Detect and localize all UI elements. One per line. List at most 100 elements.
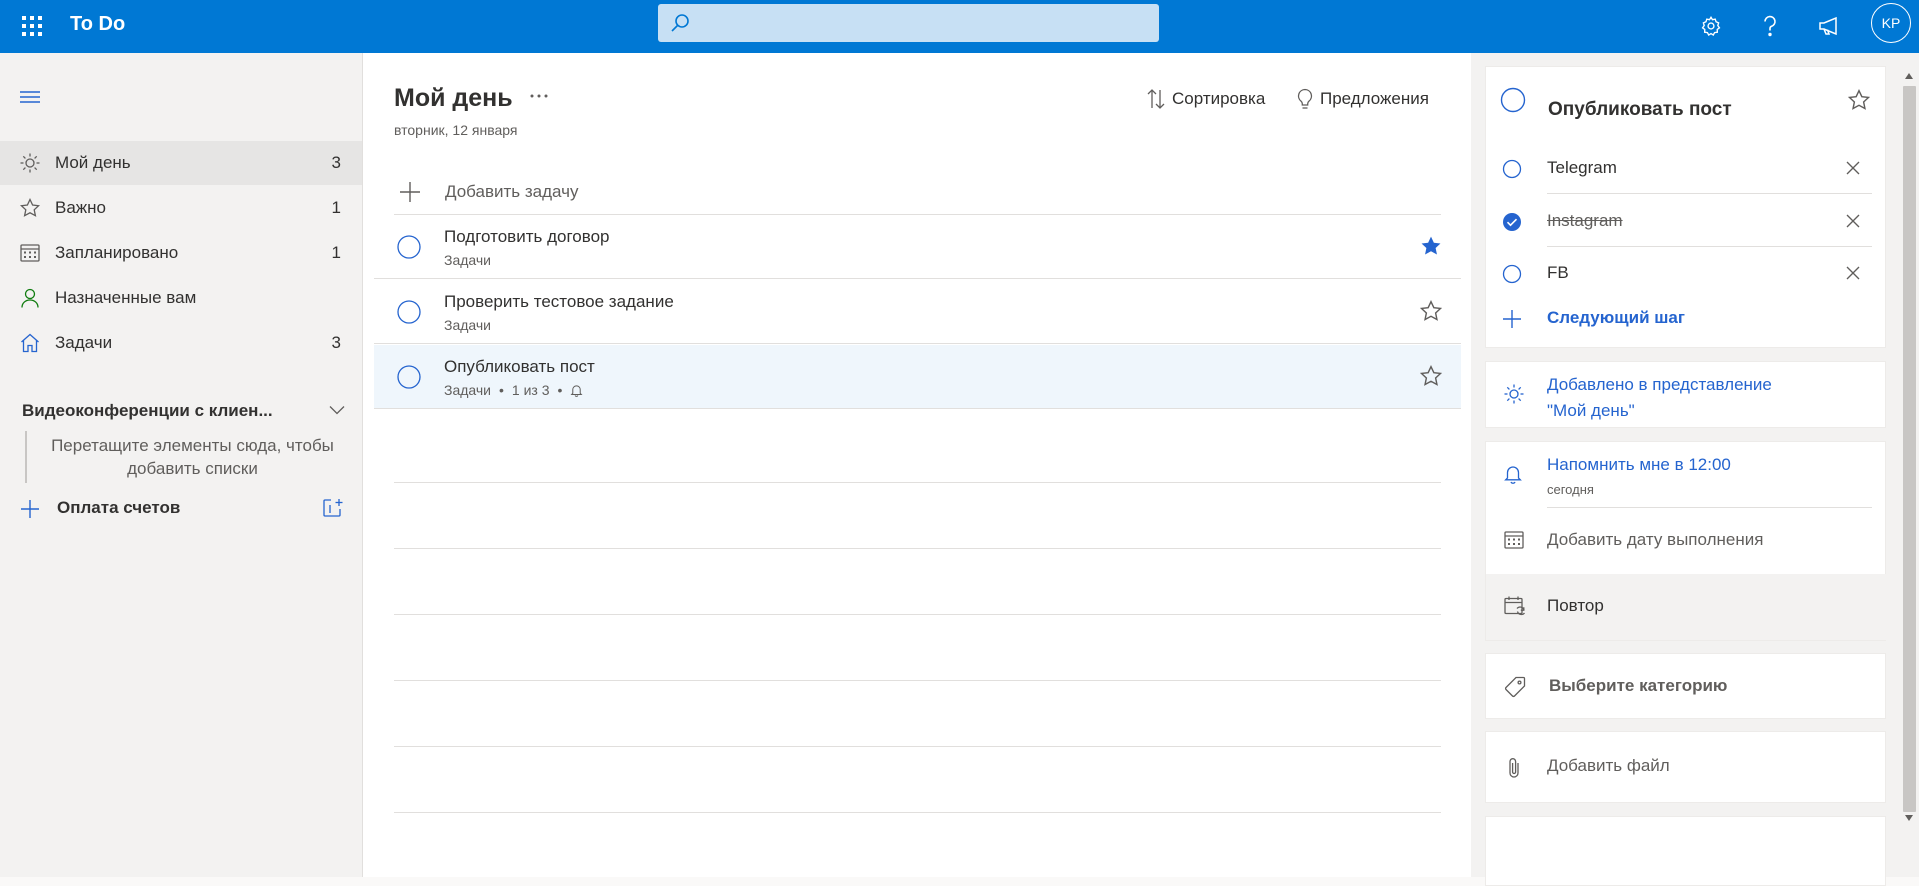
reminder-sub: сегодня (1547, 482, 1594, 497)
star-icon[interactable] (1848, 89, 1870, 111)
category-label: Выберите категорию (1549, 676, 1728, 695)
details-scrollbar[interactable] (1903, 86, 1916, 812)
megaphone-icon[interactable] (1814, 10, 1846, 42)
task-row[interactable]: Подготовить договор Задачи (374, 215, 1461, 279)
calendar-icon (20, 243, 40, 263)
reminder-label: Напомнить мне в 12:00 (1547, 455, 1731, 474)
sort-button[interactable]: Сортировка (1146, 86, 1265, 112)
sidebar-item-label: Задачи (55, 333, 113, 352)
added-to-my-day-row[interactable]: Добавлено в представление "Мой день" (1486, 362, 1887, 429)
step-divider (1547, 193, 1872, 194)
my-day-card[interactable]: Добавлено в представление "Мой день" (1485, 361, 1886, 428)
sidebar-item-count: 3 (331, 153, 341, 172)
task-steps-card: Опубликовать пост Telegram Instagram FB … (1485, 66, 1886, 348)
plus-icon (400, 182, 420, 202)
step-item[interactable]: FB (1486, 247, 1887, 299)
reminder-row[interactable]: Напомнить мне в 12:00 сегодня (1486, 442, 1887, 508)
page-subtitle: вторник, 12 января (394, 122, 518, 138)
step-label[interactable]: Instagram (1547, 211, 1623, 231)
task-step-progress: 1 из 3 (511, 382, 550, 398)
sidebar-item-planned[interactable]: Запланировано 1 (0, 231, 362, 275)
plus-icon (20, 499, 40, 519)
step-checkbox-icon[interactable] (1502, 264, 1522, 284)
dates-card: Напомнить мне в 12:00 сегодня Добавить д… (1485, 441, 1887, 641)
star-icon[interactable] (1420, 365, 1442, 387)
empty-row-divider (394, 482, 1441, 483)
next-step-button[interactable]: Следующий шаг (1486, 300, 1887, 340)
suggestions-button[interactable]: Предложения (1296, 86, 1429, 112)
avatar[interactable]: KP (1871, 3, 1911, 43)
app-launcher-icon[interactable] (18, 12, 46, 40)
add-file-card[interactable]: Добавить файл (1485, 731, 1886, 803)
task-checkbox-icon[interactable] (397, 300, 421, 324)
due-date-row[interactable]: Добавить дату выполнения (1486, 508, 1887, 574)
search-input[interactable] (702, 4, 1146, 44)
task-checkbox-icon[interactable] (1500, 87, 1526, 113)
add-file-label: Добавить файл (1547, 756, 1670, 775)
scroll-down-arrow-icon[interactable] (1904, 814, 1914, 822)
task-checkbox-icon[interactable] (397, 365, 421, 389)
new-group-icon[interactable] (322, 498, 344, 518)
sidebar-item-count: 1 (331, 243, 341, 262)
step-label[interactable]: Telegram (1547, 158, 1617, 178)
sidebar-item-important[interactable]: Важно 1 (0, 186, 362, 230)
search-icon[interactable] (670, 13, 690, 33)
step-label[interactable]: FB (1547, 263, 1569, 283)
star-icon[interactable] (1420, 300, 1442, 322)
empty-row-divider (394, 614, 1441, 615)
sidebar-item-label: Важно (55, 198, 107, 217)
app-title[interactable]: To Do (70, 13, 125, 36)
new-list-button[interactable]: Оплата счетов (20, 495, 350, 525)
sidebar-item-tasks[interactable]: Задачи 3 (0, 321, 362, 365)
task-checkbox-icon[interactable] (397, 235, 421, 259)
chevron-down-icon[interactable] (329, 405, 345, 415)
close-icon[interactable] (1846, 161, 1860, 175)
add-task-button[interactable]: Добавить задачу (394, 170, 1441, 215)
task-row[interactable]: Проверить тестовое задание Задачи (374, 280, 1461, 344)
task-title: Опубликовать пост (444, 357, 595, 376)
person-icon (20, 288, 40, 308)
task-detail-title[interactable]: Опубликовать пост (1548, 99, 1732, 121)
task-meta: Задачи (444, 252, 491, 268)
gear-icon[interactable] (1695, 10, 1727, 42)
empty-row-divider (394, 548, 1441, 549)
sidebar-item-assigned[interactable]: Назначенные вам (0, 276, 362, 320)
more-options-icon[interactable] (529, 93, 549, 99)
empty-row-divider (394, 680, 1441, 681)
group-drop-hint: Перетащите элементы сюда, чтобы добавить… (51, 436, 334, 478)
search-box[interactable] (658, 4, 1159, 44)
hamburger-menu-icon[interactable] (20, 89, 40, 105)
paperclip-icon (1506, 757, 1522, 779)
step-item[interactable]: Telegram (1486, 142, 1887, 194)
task-meta: Задачи • 1 из 3 • (444, 382, 583, 398)
group-divider (25, 431, 27, 483)
task-details-panel: Опубликовать пост Telegram Instagram FB … (1471, 53, 1919, 886)
sidebar-item-count: 1 (331, 198, 341, 217)
scroll-up-arrow-icon[interactable] (1904, 72, 1914, 80)
new-list-input-label: Оплата счетов (57, 498, 181, 517)
repeat-row[interactable]: Повтор (1486, 574, 1887, 640)
sidebar: Мой день 3 Важно 1 Запланировано 1 Назна… (0, 53, 363, 877)
home-icon (20, 333, 40, 353)
due-date-label: Добавить дату выполнения (1547, 530, 1764, 549)
star-filled-icon[interactable] (1420, 235, 1442, 257)
note-card[interactable] (1485, 816, 1886, 886)
sidebar-item-count: 3 (331, 333, 341, 352)
step-checkbox-icon[interactable] (1502, 159, 1522, 179)
sidebar-item-my-day[interactable]: Мой день 3 (0, 141, 362, 185)
step-checked-icon[interactable] (1502, 212, 1522, 232)
close-icon[interactable] (1846, 266, 1860, 280)
repeat-label: Повтор (1547, 596, 1604, 615)
top-bar: To Do KP (0, 0, 1919, 53)
my-day-line1: Добавлено в представление (1547, 375, 1772, 394)
category-card[interactable]: Выберите категорию (1485, 653, 1886, 719)
my-day-text: Добавлено в представление "Мой день" (1547, 372, 1772, 424)
group-title[interactable]: Видеоконференции с клиен... (22, 401, 273, 421)
bell-icon (570, 384, 583, 397)
tag-icon (1504, 676, 1526, 698)
task-row-selected[interactable]: Опубликовать пост Задачи • 1 из 3 • (374, 345, 1461, 409)
step-item[interactable]: Instagram (1486, 195, 1887, 247)
help-icon[interactable] (1754, 10, 1786, 42)
separator-dot: • (557, 382, 563, 398)
close-icon[interactable] (1846, 214, 1860, 228)
